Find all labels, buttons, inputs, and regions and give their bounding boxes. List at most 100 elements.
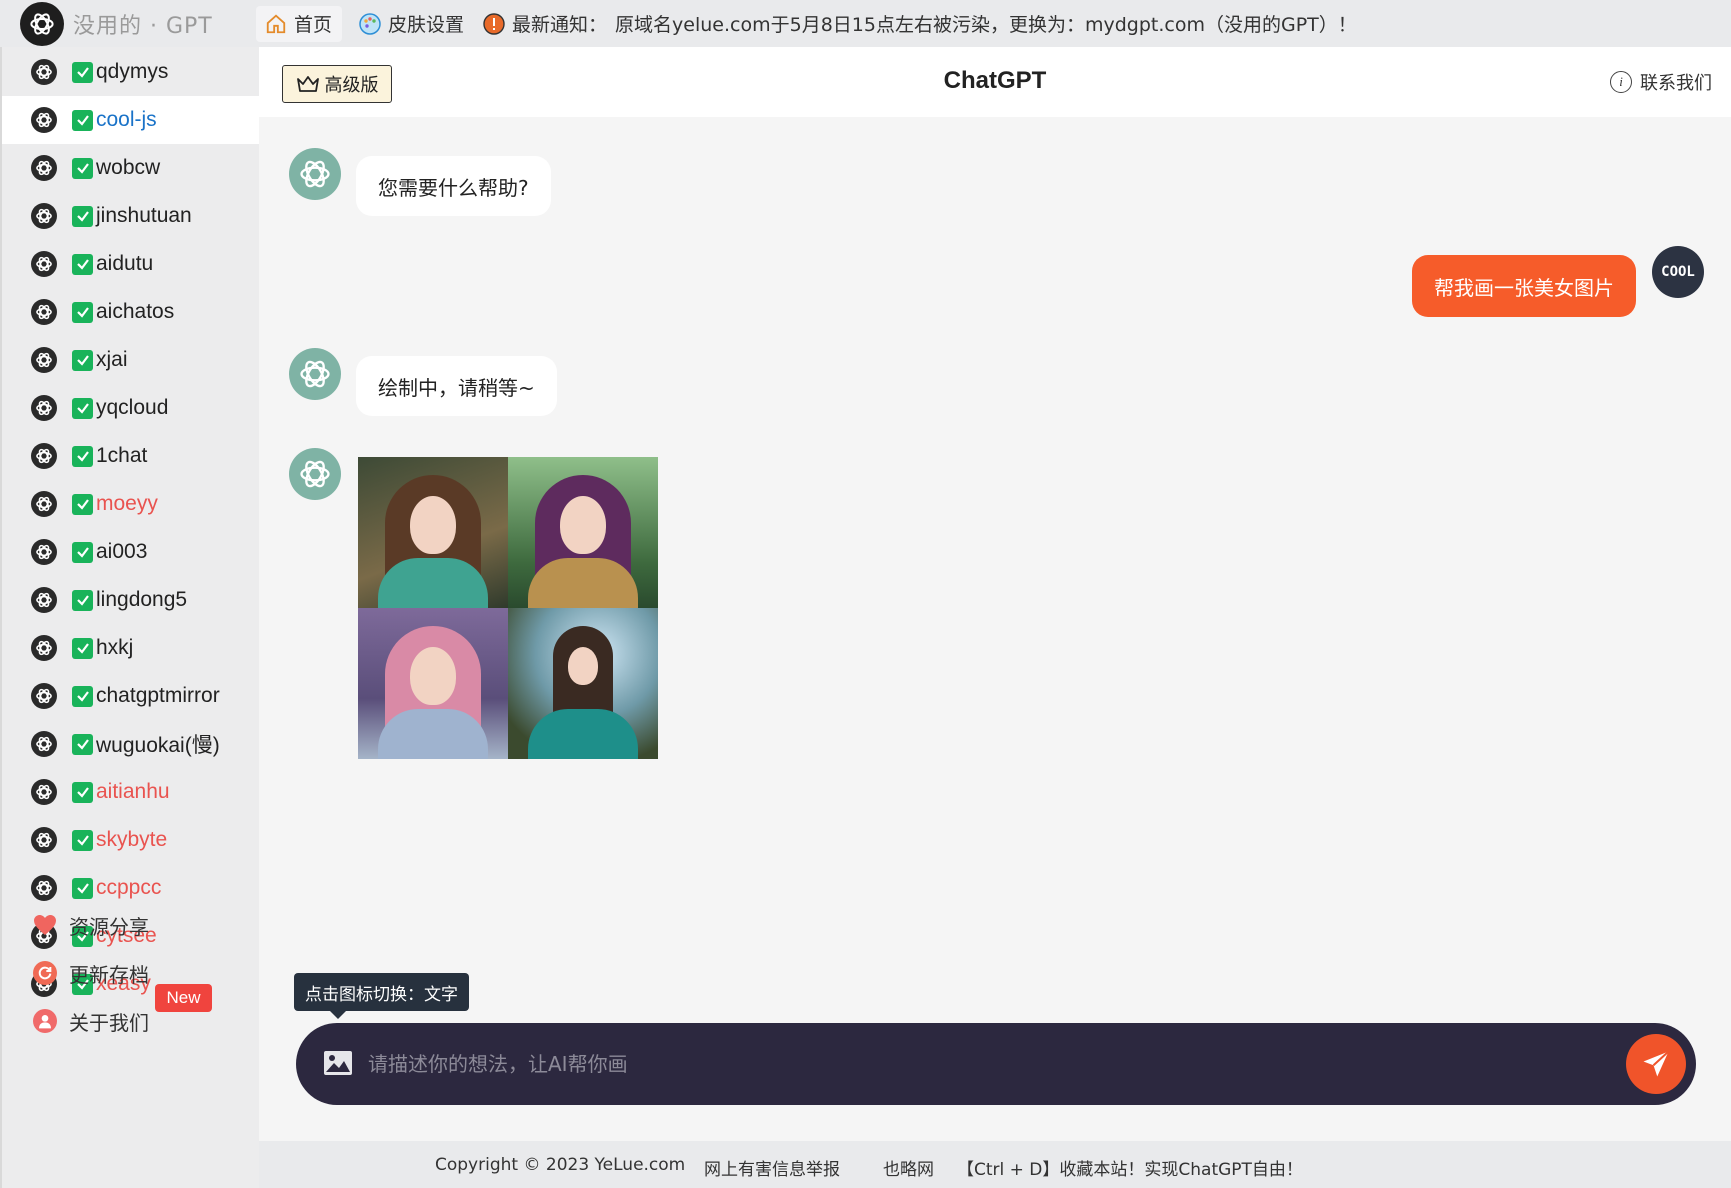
sidebar-item-label: aichatos: [96, 300, 175, 323]
sidebar-item-label: aitianhu: [96, 780, 170, 803]
checkbox-checked-icon[interactable]: [72, 589, 93, 611]
checkbox-checked-icon[interactable]: [72, 781, 93, 803]
checkbox-checked-icon[interactable]: [72, 301, 93, 323]
footer-report-link[interactable]: 网上有害信息举报: [704, 1155, 840, 1180]
checkbox-checked-icon[interactable]: [72, 109, 93, 131]
checkbox-checked-icon[interactable]: [72, 253, 93, 275]
openai-logo-icon: [31, 395, 57, 421]
openai-logo-icon: [31, 683, 57, 709]
home-icon: [264, 12, 288, 36]
assistant-avatar: [289, 148, 341, 200]
checkbox-checked-icon[interactable]: [72, 61, 93, 83]
sidebar-item-jinshutuan[interactable]: jinshutuan: [2, 192, 259, 240]
openai-logo-icon: [31, 347, 57, 373]
generated-image[interactable]: [358, 457, 658, 759]
message-text: 帮我画一张美女图片: [1434, 275, 1614, 300]
openai-logo-icon: [31, 491, 57, 517]
sidebar-item-label: moeyy: [96, 492, 158, 515]
sidebar-item-label: yqcloud: [96, 396, 169, 419]
sidebar-item-xjai[interactable]: xjai: [2, 336, 259, 384]
footer-site-link[interactable]: 也略网: [883, 1155, 934, 1180]
sidebar-link-archive[interactable]: 更新存档: [2, 949, 259, 997]
input-mode-tooltip: 点击图标切换：文字: [294, 973, 469, 1019]
nav-home-label: 首页: [294, 14, 333, 36]
sidebar-item-lingdong5[interactable]: lingdong5: [2, 576, 259, 624]
nav-skin-label: 皮肤设置: [388, 14, 465, 36]
sidebar-link-about[interactable]: 关于我们: [2, 997, 259, 1045]
sidebar-item-yqcloud[interactable]: yqcloud: [2, 384, 259, 432]
sidebar-item-1chat[interactable]: 1chat: [2, 432, 259, 480]
checkbox-checked-icon[interactable]: [72, 877, 93, 899]
sidebar-item-label: cool-js: [96, 108, 157, 131]
generated-image-tile: [508, 457, 658, 608]
user-icon: [33, 1009, 57, 1033]
checkbox-checked-icon[interactable]: [72, 685, 93, 707]
prompt-input[interactable]: [368, 1041, 1568, 1087]
nav-home[interactable]: 首页: [256, 5, 343, 42]
top-bar: 没用的 · GPT 首页 皮肤设置 最新通知： 原域名yelue.com于5月8…: [0, 0, 1731, 47]
sidebar-item-aichatos[interactable]: aichatos: [2, 288, 259, 336]
openai-logo-icon: [31, 779, 57, 805]
sidebar-item-label: ccppcc: [96, 876, 162, 899]
sidebar-link-label: 更新存档: [69, 962, 149, 987]
assistant-avatar: [289, 348, 341, 400]
sidebar-item-label: 1chat: [96, 444, 148, 467]
checkbox-checked-icon[interactable]: [72, 445, 93, 467]
sidebar-item-cool-js[interactable]: cool-js: [2, 96, 259, 144]
openai-logo-icon: [31, 251, 57, 277]
checkbox-checked-icon[interactable]: [72, 157, 93, 179]
notice-bar: 最新通知： 原域名yelue.com于5月8日15点左右被污染，更换为：mydg…: [482, 6, 1357, 42]
sidebar-item-chatgptmirror[interactable]: chatgptmirror: [2, 672, 259, 720]
sidebar-item-label: xjai: [96, 348, 128, 371]
checkbox-checked-icon[interactable]: [72, 733, 93, 755]
chat-header: 高级版 ChatGPT i 联系我们: [259, 47, 1731, 117]
info-icon: i: [1610, 71, 1632, 93]
nav-skin-settings[interactable]: 皮肤设置: [358, 6, 464, 42]
user-avatar: COOL: [1652, 246, 1704, 298]
message-text: 您需要什么帮助?: [378, 175, 529, 200]
openai-logo-icon: [31, 155, 57, 181]
image-mode-icon[interactable]: [323, 1049, 353, 1077]
openai-logo-icon: [31, 731, 57, 757]
sidebar-item-label: chatgptmirror: [96, 684, 220, 707]
sidebar-item-wuguokai-[interactable]: wuguokai(慢): [2, 720, 259, 768]
openai-logo-icon: [31, 827, 57, 853]
sidebar-item-label: jinshutuan: [96, 204, 192, 227]
sidebar-item-aitianhu[interactable]: aitianhu: [2, 768, 259, 816]
checkbox-checked-icon[interactable]: [72, 493, 93, 515]
generated-image-tile: [358, 457, 508, 608]
heart-icon: [33, 913, 57, 937]
checkbox-checked-icon[interactable]: [72, 397, 93, 419]
generated-image-tile: [508, 608, 658, 759]
contact-us-link[interactable]: i 联系我们: [1610, 69, 1712, 95]
openai-logo-icon: [20, 1, 64, 46]
user-message: 帮我画一张美女图片: [1412, 255, 1636, 317]
openai-logo-icon: [31, 875, 57, 901]
message-text: 绘制中，请稍等~: [378, 375, 535, 400]
assistant-message: 您需要什么帮助?: [356, 156, 551, 216]
openai-logo-icon: [31, 443, 57, 469]
assistant-message: 绘制中，请稍等~: [356, 356, 557, 416]
checkbox-checked-icon[interactable]: [72, 637, 93, 659]
sidebar-item-hxkj[interactable]: hxkj: [2, 624, 259, 672]
assistant-avatar: [289, 448, 341, 500]
contact-label: 联系我们: [1640, 73, 1712, 94]
sidebar-item-moeyy[interactable]: moeyy: [2, 480, 259, 528]
send-button[interactable]: [1626, 1034, 1686, 1094]
checkbox-checked-icon[interactable]: [72, 205, 93, 227]
checkbox-checked-icon[interactable]: [72, 349, 93, 371]
openai-logo-icon: [31, 635, 57, 661]
sidebar-item-aidutu[interactable]: aidutu: [2, 240, 259, 288]
openai-logo-icon: [31, 107, 57, 133]
openai-logo-icon: [31, 299, 57, 325]
sidebar-item-ai003[interactable]: ai003: [2, 528, 259, 576]
sidebar-item-skybyte[interactable]: skybyte: [2, 816, 259, 864]
openai-logo-icon: [31, 203, 57, 229]
sidebar-link-resources[interactable]: 资源分享: [2, 901, 259, 949]
sidebar-item-qdymys[interactable]: qdymys: [2, 48, 259, 96]
notice-label: 最新通知：: [512, 14, 608, 36]
brand[interactable]: 没用的 · GPT: [0, 1, 250, 46]
sidebar-item-wobcw[interactable]: wobcw: [2, 144, 259, 192]
checkbox-checked-icon[interactable]: [72, 541, 93, 563]
checkbox-checked-icon[interactable]: [72, 829, 93, 851]
